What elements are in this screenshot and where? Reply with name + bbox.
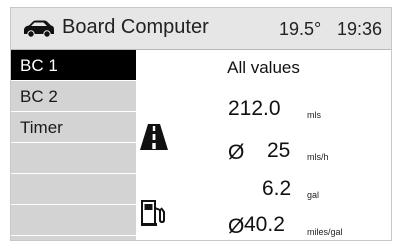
sidebar-item-timer[interactable]: Timer bbox=[11, 112, 136, 143]
car-icon bbox=[24, 20, 54, 38]
sidebar-empty-row bbox=[11, 143, 136, 174]
sidebar-menu: BC 1 BC 2 Timer bbox=[11, 50, 136, 240]
distance-unit: mls bbox=[307, 110, 321, 120]
clock-time: 19:36 bbox=[337, 19, 383, 39]
avg-consumption-value: 40.2 bbox=[244, 213, 285, 236]
fuel-used-unit: gal bbox=[307, 190, 320, 200]
panel-heading: All values bbox=[227, 58, 300, 77]
header-bar: Board Computer 19.5° 19:36 bbox=[11, 8, 391, 50]
fuel-used-value: 6.2 bbox=[262, 177, 292, 200]
avg-speed-symbol: Ø bbox=[228, 141, 245, 164]
sidebar-item-label: Timer bbox=[20, 118, 63, 137]
avg-speed-unit: mls/h bbox=[307, 152, 329, 162]
outside-temperature: 19.5° bbox=[279, 19, 322, 39]
sidebar-empty-row bbox=[11, 174, 136, 205]
avg-speed-value: 25 bbox=[267, 139, 291, 162]
sidebar-item-bc1[interactable]: BC 1 bbox=[11, 50, 136, 81]
avg-consumption-symbol: Ø bbox=[228, 215, 245, 238]
board-computer-screen: Board Computer 19.5° 19:36 BC 1 BC 2 Tim… bbox=[10, 7, 392, 241]
fuel-pump-icon bbox=[141, 200, 165, 226]
values-panel: All values 212.0 mls Ø 25 mls/h 6.2 gal … bbox=[136, 50, 391, 240]
distance-value: 212.0 bbox=[228, 97, 281, 120]
road-icon bbox=[140, 124, 168, 150]
sidebar-item-label: BC 1 bbox=[20, 56, 58, 75]
sidebar-item-bc2[interactable]: BC 2 bbox=[11, 81, 136, 112]
sidebar-empty-row bbox=[11, 205, 136, 236]
avg-consumption-unit: miles/gal bbox=[307, 227, 343, 237]
window-title: Board Computer bbox=[62, 16, 209, 38]
sidebar-item-label: BC 2 bbox=[20, 87, 58, 106]
